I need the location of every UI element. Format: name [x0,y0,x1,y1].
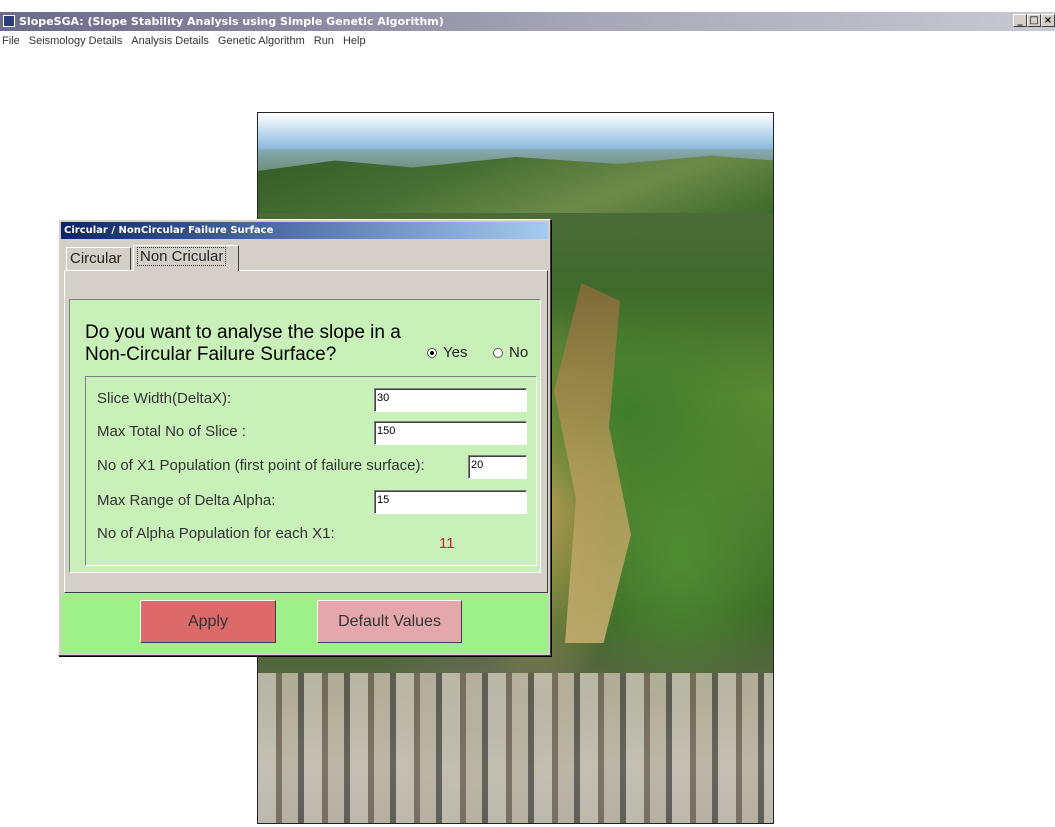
radio-no-label: No [509,344,529,361]
parameters-frame: Slice Width(DeltaX): 30 Max Total No of … [85,376,537,566]
photo-ridge [258,155,773,213]
question-text: Do you want to analyse the slope in a No… [85,322,415,366]
apply-button[interactable]: Apply [140,600,276,643]
question-line-2: Non-Circular Failure Surface? [85,344,337,365]
radio-yes-dot[interactable] [427,347,437,358]
radio-yes[interactable]: Yes [427,344,467,361]
photo-town [258,673,773,823]
slice-width-label: Slice Width(DeltaX): [97,390,232,407]
tab-non-circular-label: Non Cricular [137,247,227,266]
window-controls: _ □ × [1013,14,1055,29]
radio-yes-label: Yes [443,344,468,361]
alpha-population-label: No of Alpha Population for each X1: [97,525,335,542]
photo-landslide-scar [554,283,631,643]
button-bar: Apply Default Values [61,594,548,653]
photo-sky [258,113,773,149]
app-icon[interactable] [3,15,15,27]
menu-file[interactable]: File [0,31,23,51]
menu-genetic-algorithm[interactable]: Genetic Algorithm [215,31,308,51]
x1-population-input[interactable]: 20 [468,455,527,479]
radio-no[interactable]: No [493,344,528,361]
window-title-bar[interactable]: SlopeSGA: (Slope Stability Analysis usin… [0,12,1055,31]
question-line-1: Do you want to analyse the slope in a [85,322,401,343]
delta-alpha-label: Max Range of Delta Alpha: [97,492,276,509]
menu-analysis-details[interactable]: Analysis Details [128,31,212,51]
maximize-button[interactable]: □ [1027,14,1041,27]
alpha-population-value: 11 [439,535,455,552]
max-slices-label: Max Total No of Slice : [97,423,246,440]
delta-alpha-input[interactable]: 15 [374,490,527,514]
close-button[interactable]: × [1041,14,1055,27]
menu-run[interactable]: Run [311,31,337,51]
options-panel: Do you want to analyse the slope in a No… [69,299,541,573]
tab-non-circular[interactable]: Non Cricular [133,245,239,271]
failure-surface-dialog: Circular / NonCircular Failure Surface C… [58,219,551,656]
radio-no-dot[interactable] [493,347,503,358]
menu-help[interactable]: Help [340,31,369,51]
tab-circular[interactable]: Circular [66,247,131,271]
tab-panel: Do you want to analyse the slope in a No… [64,270,548,593]
x1-population-label: No of X1 Population (first point of fail… [97,457,425,474]
minimize-button[interactable]: _ [1013,14,1027,27]
window-title: SlopeSGA: (Slope Stability Analysis usin… [19,15,444,28]
max-slices-input[interactable]: 150 [374,421,527,445]
slice-width-input[interactable]: 30 [374,388,527,412]
dialog-title[interactable]: Circular / NonCircular Failure Surface [61,222,548,239]
menu-seismology-details[interactable]: Seismology Details [26,31,126,51]
menu-bar: File Seismology Details Analysis Details… [0,31,1055,51]
default-values-button[interactable]: Default Values [317,600,462,643]
